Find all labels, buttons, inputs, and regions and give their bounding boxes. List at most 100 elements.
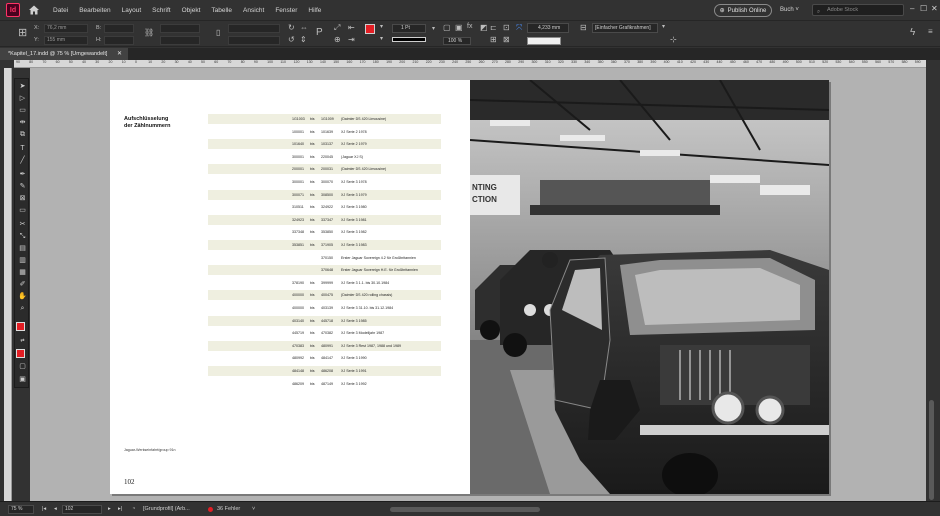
flip-horizontal-icon[interactable]: ⇔ (300, 23, 308, 32)
opacity-field[interactable]: 100 % (443, 37, 471, 45)
first-page-icon[interactable]: |◂ (42, 506, 46, 512)
free-transform-tool-icon[interactable]: ⤡ (17, 232, 28, 241)
photo-caption[interactable]: Jaguar-Werkseinfahrt/group 91n (124, 448, 175, 452)
content-collector-icon[interactable]: ⧉ (17, 130, 28, 139)
pencil-tool-icon[interactable]: ✎ (17, 182, 28, 191)
menu-schrift[interactable]: Schrift (152, 7, 170, 14)
select-next-icon[interactable]: ⇥ (348, 35, 355, 44)
next-page-icon[interactable]: ▸ (108, 506, 111, 512)
document-tab[interactable]: *Kapitel_17.indd @ 75 % [Umgewandelt] ✕ (0, 48, 128, 60)
swap-colors-icon[interactable]: ⇄ (17, 337, 28, 346)
screen-mode-icon[interactable]: ▣ (17, 375, 28, 384)
page-number-field[interactable]: 102 (62, 505, 102, 514)
corner-shape-preview[interactable] (527, 37, 561, 45)
fill-color-tool-swatch[interactable] (16, 322, 25, 331)
menu-bearbeiten[interactable]: Bearbeiten (79, 7, 110, 14)
y-position-field[interactable]: 155 mm (44, 36, 88, 45)
gap-tool-icon[interactable]: ⇹ (17, 118, 28, 127)
note-tool-icon[interactable]: ▦ (17, 268, 28, 277)
menu-tabelle[interactable]: Tabelle (211, 7, 232, 14)
scale-x-field[interactable] (160, 24, 200, 33)
vertical-scrollbar[interactable] (927, 60, 936, 501)
object-style-dropdown[interactable]: [Einfacher Grafikrahmen] (592, 23, 658, 33)
menu-objekt[interactable]: Objekt (182, 7, 201, 14)
scale-y-field[interactable] (160, 36, 200, 45)
wrap-bounding-icon[interactable]: ▣ (455, 23, 463, 32)
left-page[interactable]: Aufschlüsselung der Zählnummern 1G1003 bi… (110, 80, 470, 494)
vertical-scroll-thumb[interactable] (929, 400, 934, 500)
maximize-button[interactable]: ☐ (920, 4, 927, 13)
corner-dimension-field[interactable]: 4,233 mm (527, 23, 569, 33)
stroke-weight-field[interactable]: 1 Pt (392, 24, 426, 33)
zoom-level-field[interactable]: 75 % (8, 505, 34, 514)
minimize-button[interactable]: – (910, 4, 914, 13)
pen-tool-icon[interactable]: ✒ (17, 170, 28, 179)
formatting-container-icon[interactable]: ▢ (17, 362, 28, 371)
select-content-icon[interactable]: ⊕ (334, 35, 341, 44)
stroke-dropdown-icon[interactable]: ▾ (380, 35, 383, 42)
horizontal-ruler[interactable]: 90 80 70 60 50 40 30 20 10 0 10 20 30 40 50 60 70 80 90 100… (14, 60, 926, 68)
menu-ansicht[interactable]: Ansicht (243, 7, 264, 14)
direct-selection-tool-icon[interactable]: ▷ (17, 94, 28, 103)
stroke-color-tool-swatch[interactable] (16, 349, 25, 358)
width-field[interactable] (104, 24, 134, 33)
menu-hilfe[interactable]: Hilfe (308, 7, 321, 14)
vertical-ruler[interactable] (4, 68, 12, 501)
rotate-90-ccw-icon[interactable]: ↺ (288, 35, 295, 44)
fit-content-proportionally-icon[interactable]: ⊞ (490, 35, 497, 44)
constrain-scale-icon[interactable]: ▯ (216, 28, 220, 37)
object-style-dropdown-icon[interactable]: ▾ (662, 23, 665, 30)
type-tool-icon[interactable]: T (17, 144, 28, 153)
rectangle-tool-icon[interactable]: ▭ (17, 206, 28, 215)
stroke-type-preview[interactable] (392, 37, 426, 42)
gradient-swatch-tool-icon[interactable]: ▤ (17, 244, 28, 253)
home-icon[interactable] (28, 4, 40, 16)
preflight-profile-label[interactable]: [Grundprofil] (Arb... (143, 506, 190, 512)
stock-search-input[interactable]: ⌕ Adobe Stock (812, 4, 904, 16)
rectangle-frame-tool-icon[interactable]: ⊠ (17, 194, 28, 203)
drop-shadow-icon[interactable]: ◩ (480, 23, 488, 32)
menu-datei[interactable]: Datei (53, 7, 68, 14)
scissors-tool-icon[interactable]: ✂ (17, 220, 28, 229)
indesign-app-icon[interactable]: Id (6, 3, 20, 17)
line-tool-icon[interactable]: ╱ (17, 156, 28, 165)
selection-tool-icon[interactable]: ➤ (17, 82, 28, 91)
height-field[interactable] (104, 36, 134, 45)
zoom-tool-icon[interactable]: ⌕ (17, 304, 28, 313)
preflight-menu-icon[interactable]: ˅ (252, 506, 255, 512)
fill-dropdown-icon[interactable]: ▾ (380, 23, 383, 30)
menu-layout[interactable]: Layout (122, 7, 142, 14)
auto-fit-icon[interactable]: ⤧ (516, 23, 522, 33)
reference-point-icon[interactable]: ⊞ (18, 26, 27, 39)
frame-options-icon[interactable]: ⊟ (580, 23, 587, 32)
stroke-type-dropdown-icon[interactable]: ▾ (432, 25, 435, 32)
page-number[interactable]: 102 (124, 478, 135, 486)
workspace-switcher[interactable]: Buch ˅ (780, 7, 799, 13)
center-content-icon[interactable]: ⊠ (503, 35, 510, 44)
preflight-icon[interactable]: ◔ (132, 506, 135, 512)
close-window-button[interactable]: ✕ (931, 4, 938, 13)
panel-menu-icon[interactable]: ≡ (928, 27, 933, 36)
rotate-90-cw-icon[interactable]: ↻ (288, 23, 295, 32)
flip-vertical-icon[interactable]: ⇕ (300, 35, 307, 44)
constrain-proportions-icon[interactable]: ⛓ (144, 28, 154, 37)
right-page-photo[interactable]: NTING CTION (470, 80, 829, 494)
fit-frame-icon[interactable]: ⊡ (503, 23, 510, 32)
select-container-icon[interactable]: ⤢ (334, 23, 340, 33)
fill-color-swatch[interactable] (365, 24, 375, 34)
select-previous-icon[interactable]: ⇤ (348, 23, 355, 32)
align-left-icon[interactable]: ⊏ (490, 23, 497, 32)
horizontal-scroll-thumb[interactable] (390, 507, 540, 512)
quick-apply-icon[interactable]: ϟ (910, 27, 915, 38)
rotation-angle-field[interactable] (228, 24, 280, 33)
last-page-icon[interactable]: ▸| (118, 506, 122, 512)
effects-fx-icon[interactable]: fx (467, 23, 472, 30)
hand-tool-icon[interactable]: ✋ (17, 292, 28, 301)
close-tab-icon[interactable]: ✕ (117, 48, 122, 60)
table-heading[interactable]: Aufschlüsselung der Zählnummern (124, 116, 170, 130)
clear-overrides-icon[interactable]: ⊹ (670, 35, 677, 44)
error-count-label[interactable]: 36 Fehler (217, 506, 240, 512)
eyedropper-tool-icon[interactable]: ✐ (17, 280, 28, 289)
gradient-feather-tool-icon[interactable]: ▥ (17, 256, 28, 265)
wrap-none-icon[interactable]: ▢ (443, 23, 451, 32)
